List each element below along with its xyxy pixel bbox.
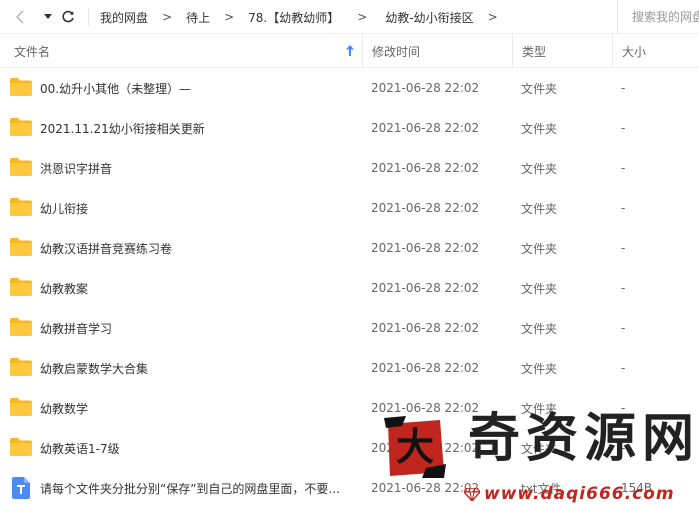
folder-icon: [10, 318, 32, 336]
file-list: 00.幼升小其他（未整理）— 2021-06-28 22:02 文件夹 - 20…: [0, 68, 699, 508]
breadcrumb: 我的网盘 > 待上 > 78.【幼教幼师】 > 幼教-幼小衔接区 >: [92, 0, 512, 34]
breadcrumb-item-preschool-teacher[interactable]: 78.【幼教幼师】: [248, 9, 339, 26]
file-size: -: [621, 201, 626, 215]
file-size: -: [621, 361, 626, 375]
breadcrumb-item-my-drive[interactable]: 我的网盘: [100, 9, 148, 26]
file-size: -: [621, 81, 626, 95]
file-name[interactable]: 幼教汉语拼音竞赛练习卷: [40, 228, 172, 268]
file-size: -: [621, 401, 626, 415]
file-modified: 2021-06-28 22:02: [371, 201, 480, 215]
folder-icon: [10, 198, 32, 216]
file-modified: 2021-06-28 22:02: [371, 481, 480, 495]
column-header-name-label: 文件名: [14, 44, 51, 59]
back-button[interactable]: [10, 6, 30, 28]
history-dropdown-button[interactable]: [38, 6, 58, 28]
column-header-type[interactable]: 类型: [512, 34, 612, 68]
top-toolbar: 我的网盘 > 待上 > 78.【幼教幼师】 > 幼教-幼小衔接区 >: [0, 0, 699, 34]
sort-ascending-icon[interactable]: [346, 45, 354, 56]
file-type: 文件夹: [521, 81, 558, 96]
column-header-modified[interactable]: 修改时间: [362, 34, 512, 68]
file-name[interactable]: 00.幼升小其他（未整理）—: [40, 68, 191, 108]
file-type: 文件夹: [521, 321, 558, 336]
file-size: -: [621, 281, 626, 295]
folder-icon: [10, 438, 32, 456]
caret-down-icon: [44, 14, 52, 19]
file-name[interactable]: 幼教数学: [40, 388, 88, 428]
table-row[interactable]: 幼教数学 2021-06-28 22:02 文件夹 -: [0, 388, 699, 428]
breadcrumb-item-pending[interactable]: 待上: [186, 9, 210, 26]
search-input[interactable]: [632, 10, 699, 24]
file-type: 文件夹: [521, 281, 558, 296]
file-modified: 2021-06-28 22:02: [371, 241, 480, 255]
file-type: 文件夹: [521, 361, 558, 376]
toolbar-divider: [88, 8, 89, 26]
chevron-left-icon: [15, 10, 24, 24]
file-modified: 2021-06-28 22:02: [371, 361, 480, 375]
table-row[interactable]: 2021.11.21幼小衔接相关更新 2021-06-28 22:02 文件夹 …: [0, 108, 699, 148]
file-modified: 2021-06-28 22:02: [371, 321, 480, 335]
file-list-header: 文件名 修改时间 类型 大小: [0, 34, 699, 68]
file-name[interactable]: 幼教教案: [40, 268, 88, 308]
folder-icon: [10, 158, 32, 176]
search-box: [617, 0, 699, 34]
file-modified: 2021-06-28 22:02: [371, 281, 480, 295]
file-type: 文件夹: [521, 241, 558, 256]
table-row[interactable]: 洪恩识字拼音 2021-06-28 22:02 文件夹 -: [0, 148, 699, 188]
file-modified: 2021-06-28 22:02: [371, 81, 480, 95]
file-name[interactable]: 幼教英语1-7级: [40, 428, 120, 468]
file-modified: 2021-06-28 22:02: [371, 161, 480, 175]
file-type: 文件夹: [521, 161, 558, 176]
table-row[interactable]: 幼教教案 2021-06-28 22:02 文件夹 -: [0, 268, 699, 308]
column-header-type-label: 类型: [522, 44, 547, 59]
folder-icon: [10, 358, 32, 376]
table-row[interactable]: 幼教启蒙数学大合集 2021-06-28 22:02 文件夹 -: [0, 348, 699, 388]
refresh-icon: [62, 10, 74, 23]
table-row[interactable]: 请每个文件夹分批分别“保存”到自己的网盘里面，不要... 2021-06-28 …: [0, 468, 699, 508]
folder-icon: [10, 118, 32, 136]
file-type: 文件夹: [521, 401, 558, 416]
table-row[interactable]: 幼教汉语拼音竞赛练习卷 2021-06-28 22:02 文件夹 -: [0, 228, 699, 268]
column-header-size[interactable]: 大小: [612, 34, 699, 68]
file-name[interactable]: 幼儿衔接: [40, 188, 88, 228]
file-modified: 2021-06-28 22:02: [371, 441, 480, 455]
table-row[interactable]: 幼儿衔接 2021-06-28 22:02 文件夹 -: [0, 188, 699, 228]
breadcrumb-separator: >: [487, 10, 498, 24]
file-modified: 2021-06-28 22:02: [371, 401, 480, 415]
file-type: 文件夹: [521, 121, 558, 136]
file-type: 文件夹: [521, 201, 558, 216]
file-name[interactable]: 2021.11.21幼小衔接相关更新: [40, 108, 205, 148]
file-size: -: [621, 321, 626, 335]
column-header-size-label: 大小: [622, 44, 647, 59]
file-name[interactable]: 洪恩识字拼音: [40, 148, 112, 188]
table-row[interactable]: 幼教拼音学习 2021-06-28 22:02 文件夹 -: [0, 308, 699, 348]
breadcrumb-item-current-folder[interactable]: 幼教-幼小衔接区: [385, 9, 473, 26]
file-name[interactable]: 幼教拼音学习: [40, 308, 112, 348]
file-size: 154B: [621, 481, 653, 495]
folder-icon: [10, 238, 32, 256]
file-type: txt文件: [521, 481, 562, 496]
file-size: -: [621, 121, 626, 135]
table-row[interactable]: 00.幼升小其他（未整理）— 2021-06-28 22:02 文件夹 -: [0, 68, 699, 108]
file-modified: 2021-06-28 22:02: [371, 121, 480, 135]
file-name[interactable]: 请每个文件夹分批分别“保存”到自己的网盘里面，不要...: [40, 468, 340, 508]
column-header-name[interactable]: 文件名: [14, 34, 354, 68]
table-row[interactable]: 幼教英语1-7级 2021-06-28 22:02 文件夹 -: [0, 428, 699, 468]
file-type: 文件夹: [521, 441, 558, 456]
breadcrumb-separator: >: [224, 10, 235, 24]
breadcrumb-separator: >: [357, 10, 368, 24]
column-header-modified-label: 修改时间: [372, 44, 421, 59]
breadcrumb-separator: >: [162, 10, 173, 24]
file-size: -: [621, 241, 626, 255]
file-size: -: [621, 441, 626, 455]
refresh-button[interactable]: [58, 6, 78, 28]
folder-icon: [10, 78, 32, 96]
folder-icon: [10, 278, 32, 296]
file-size: -: [621, 161, 626, 175]
folder-icon: [10, 398, 32, 416]
file-name[interactable]: 幼教启蒙数学大合集: [40, 348, 148, 388]
txt-file-icon: [12, 477, 30, 499]
